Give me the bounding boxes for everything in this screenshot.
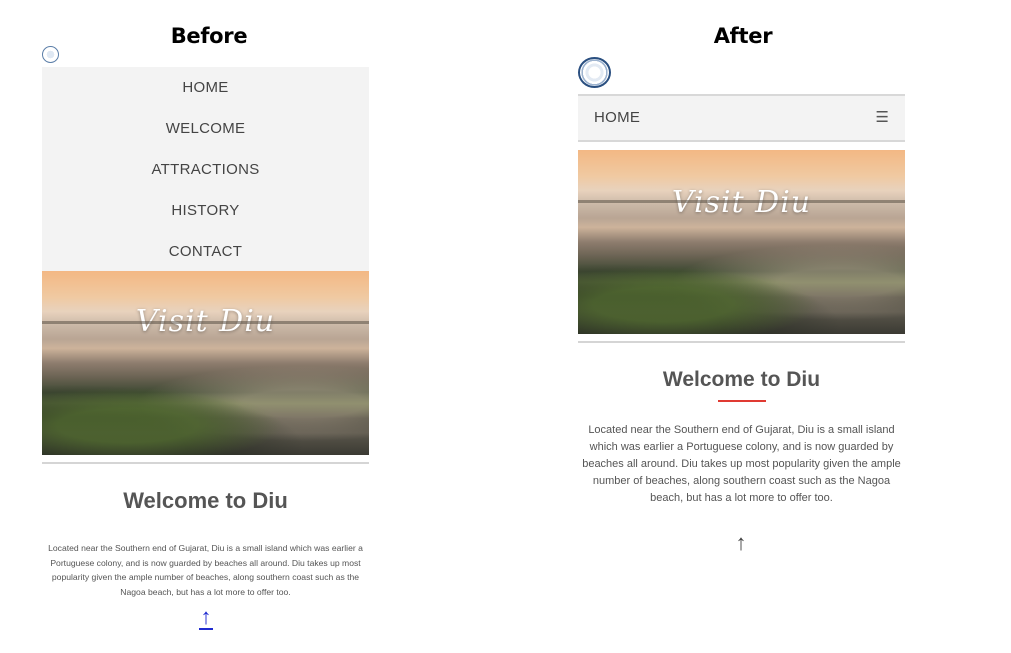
after-label: After bbox=[713, 24, 773, 48]
nav-item-contact[interactable]: CONTACT bbox=[42, 231, 369, 272]
after-back-to-top-link[interactable]: ↑ bbox=[731, 532, 751, 554]
link-underline bbox=[199, 628, 213, 630]
nav-item-home[interactable]: HOME bbox=[42, 67, 369, 108]
arrow-up-icon: ↑ bbox=[200, 604, 212, 629]
after-divider bbox=[578, 341, 905, 343]
arrow-up-icon: ↑ bbox=[735, 530, 747, 555]
hamburger-icon[interactable]: ☰ bbox=[876, 96, 889, 140]
after-nav-border-bottom bbox=[578, 140, 905, 142]
before-intro-paragraph: Located near the Southern end of Gujarat… bbox=[48, 543, 363, 597]
hero-title: Visit Diu bbox=[671, 185, 812, 220]
seal-logo-icon[interactable] bbox=[578, 57, 611, 88]
before-label: Before bbox=[170, 24, 248, 48]
after-intro-paragraph: Located near the Southern end of Gujarat… bbox=[582, 424, 901, 504]
nav-item-history[interactable]: HISTORY bbox=[42, 190, 369, 231]
before-divider bbox=[42, 462, 369, 464]
seal-logo-icon[interactable] bbox=[42, 46, 59, 63]
nav-item-home[interactable]: HOME bbox=[594, 96, 640, 140]
before-welcome-heading: Welcome to Diu bbox=[123, 488, 288, 513]
after-nav-bar: HOME ☰ bbox=[578, 96, 905, 140]
heading-accent-underline bbox=[718, 400, 766, 402]
after-hero-image: Visit Diu bbox=[578, 150, 905, 334]
nav-item-attractions[interactable]: ATTRACTIONS bbox=[42, 149, 369, 190]
before-hero-image: Visit Diu bbox=[42, 271, 369, 455]
after-welcome-heading: Welcome to Diu bbox=[662, 368, 821, 391]
before-back-to-top-link[interactable]: ↑ bbox=[196, 604, 216, 630]
hero-title: Visit Diu bbox=[135, 304, 276, 339]
nav-item-welcome[interactable]: WELCOME bbox=[42, 108, 369, 149]
before-nav-menu: HOME WELCOME ATTRACTIONS HISTORY CONTACT bbox=[42, 67, 369, 271]
